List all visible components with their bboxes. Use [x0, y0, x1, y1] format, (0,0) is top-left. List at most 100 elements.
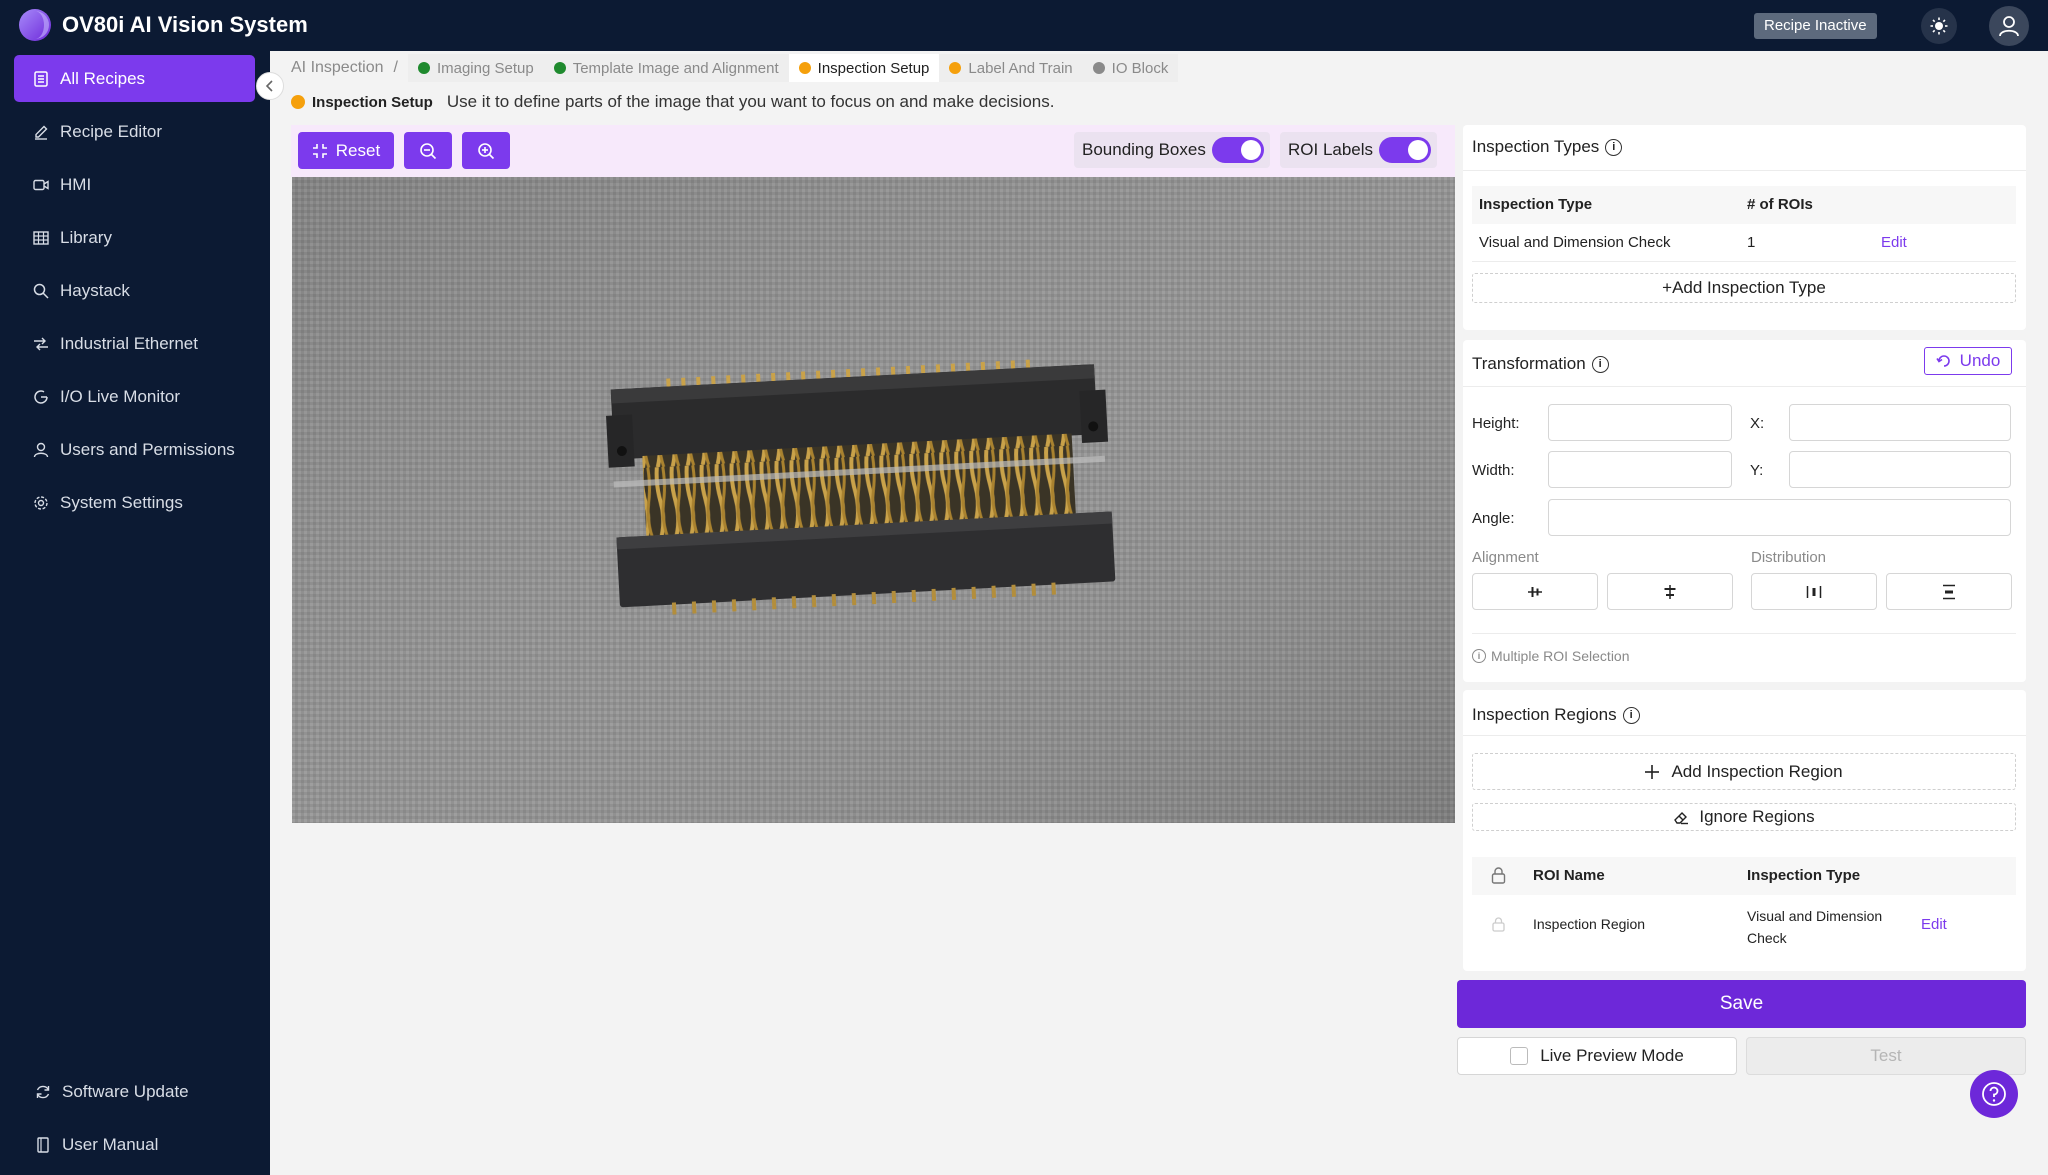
chevron-left-icon	[265, 80, 273, 92]
angle-input[interactable]	[1548, 499, 2011, 536]
user-icon	[32, 441, 50, 459]
x-input[interactable]	[1789, 404, 2011, 441]
width-input[interactable]	[1548, 451, 1732, 488]
breadcrumb-root[interactable]: AI Inspection	[291, 59, 384, 77]
distribute-horizontal-button[interactable]	[1751, 573, 1877, 610]
zoom-in-button[interactable]	[462, 132, 510, 169]
theme-toggle-button[interactable]	[1921, 8, 1957, 44]
step-tab-io-block[interactable]: IO Block	[1083, 54, 1179, 82]
fit-screen-icon	[312, 143, 327, 158]
roi-labels-switch[interactable]	[1379, 137, 1432, 163]
add-inspection-type-button[interactable]: +Add Inspection Type	[1472, 273, 2016, 303]
sidebar-item-system-settings[interactable]: System Settings	[14, 479, 255, 526]
user-icon	[1999, 16, 2019, 37]
network-icon	[32, 335, 50, 353]
sidebar-item-label: Haystack	[60, 280, 130, 300]
align-horizontal-center-button[interactable]	[1472, 573, 1598, 610]
info-icon: i	[1472, 649, 1486, 663]
edit-roi-link[interactable]: Edit	[1921, 916, 1947, 933]
unlocked-icon[interactable]	[1492, 917, 1505, 932]
inspection-type-name: Visual and Dimension Check	[1479, 234, 1671, 251]
info-icon[interactable]: i	[1622, 706, 1640, 724]
width-label: Width:	[1472, 462, 1515, 479]
inspection-types-table-header: Inspection Type # of ROIs	[1472, 186, 2016, 224]
step-tab-inspection-setup[interactable]: Inspection Setup	[788, 54, 940, 82]
align-horizontal-center-icon	[1528, 586, 1542, 597]
status-dot	[553, 62, 566, 74]
live-preview-mode-toggle[interactable]: Live Preview Mode	[1457, 1037, 1737, 1075]
distribute-vertical-icon	[1943, 584, 1955, 599]
info-icon[interactable]: i	[1591, 355, 1609, 373]
sidebar-item-software-update[interactable]: Software Update	[14, 1068, 255, 1115]
test-button[interactable]: Test	[1746, 1037, 2026, 1075]
roi-labels-toggle-group: ROI Labels	[1280, 132, 1438, 168]
bounding-boxes-switch[interactable]	[1211, 137, 1264, 163]
info-icon[interactable]: i	[1605, 138, 1623, 156]
add-inspection-region-label: Add Inspection Region	[1671, 761, 1843, 781]
inspection-image[interactable]	[292, 177, 1455, 823]
zoom-out-button[interactable]	[404, 132, 452, 169]
sidebar-item-user-manual[interactable]: User Manual	[14, 1121, 255, 1168]
column-header-inspection-type: Inspection Type	[1479, 196, 1593, 213]
live-preview-checkbox[interactable]	[1510, 1047, 1529, 1065]
x-label: X:	[1750, 415, 1765, 432]
bounding-boxes-toggle-group: Bounding Boxes	[1074, 132, 1270, 168]
distribute-vertical-button[interactable]	[1886, 573, 2012, 610]
column-header-roi-name: ROI Name	[1533, 867, 1605, 884]
gear-icon	[32, 494, 50, 512]
step-description: Inspection Setup Use it to define parts …	[291, 92, 1054, 112]
height-input[interactable]	[1548, 404, 1732, 441]
status-dot	[1092, 62, 1105, 74]
y-input[interactable]	[1789, 451, 2011, 488]
user-avatar[interactable]	[1989, 6, 2029, 46]
edit-inspection-type-link[interactable]: Edit	[1881, 234, 1907, 251]
sidebar-item-recipe-editor[interactable]: Recipe Editor	[14, 108, 255, 155]
divider	[1463, 735, 2026, 736]
roi-count: 1	[1747, 234, 1756, 251]
book-icon	[34, 1136, 52, 1154]
step-tab-imaging-setup[interactable]: Imaging Setup	[408, 54, 544, 82]
ignore-regions-button[interactable]: Ignore Regions	[1472, 803, 2016, 831]
roi-inspection-type: Visual and Dimension Check	[1747, 905, 1882, 949]
add-inspection-type-label: +Add Inspection Type	[1662, 278, 1826, 297]
edit-icon	[32, 123, 50, 141]
multiple-roi-selection-label: Multiple ROI Selection	[1491, 648, 1630, 664]
status-dot	[798, 62, 811, 74]
reset-button[interactable]: Reset	[298, 132, 394, 169]
undo-label: Undo	[1959, 351, 2001, 370]
height-label: Height:	[1472, 415, 1520, 432]
step-tab-label-and-train[interactable]: Label And Train	[939, 54, 1082, 82]
sidebar-item-label: User Manual	[62, 1134, 159, 1154]
step-tab-template-image[interactable]: Template Image and Alignment	[544, 54, 789, 82]
undo-icon	[1936, 355, 1950, 367]
step-tab-label: IO Block	[1111, 59, 1169, 77]
divider	[1463, 386, 2026, 387]
distribution-label: Distribution	[1751, 549, 1827, 566]
search-icon	[32, 282, 50, 300]
inspection-regions-panel: Inspection Regions i Add Inspection Regi…	[1463, 690, 2026, 971]
sidebar-item-hmi[interactable]: HMI	[14, 161, 255, 208]
help-button[interactable]	[1970, 1070, 2018, 1118]
sidebar-collapse-button[interactable]	[256, 72, 284, 100]
zoom-in-icon	[478, 142, 495, 159]
sidebar-item-library[interactable]: Library	[14, 214, 255, 261]
status-dot	[291, 95, 305, 109]
step-tab-label: Label And Train	[968, 59, 1073, 77]
sidebar: All Recipes Recipe Editor HMI Library Ha…	[0, 51, 270, 1175]
table-row: Visual and Dimension Check 1 Edit	[1472, 224, 2016, 262]
step-tabs: Imaging Setup Template Image and Alignme…	[407, 54, 1179, 82]
sidebar-item-haystack[interactable]: Haystack	[14, 267, 255, 314]
lock-icon[interactable]	[1491, 867, 1506, 884]
inspection-regions-table-header: ROI Name Inspection Type	[1472, 857, 2016, 895]
align-vertical-center-button[interactable]	[1607, 573, 1733, 610]
undo-button[interactable]: Undo	[1924, 347, 2012, 375]
roi-labels-label: ROI Labels	[1288, 140, 1374, 159]
sidebar-item-label: Software Update	[62, 1081, 189, 1101]
save-button[interactable]: Save	[1457, 980, 2026, 1028]
sidebar-item-label: Industrial Ethernet	[60, 333, 198, 353]
sidebar-item-io-live-monitor[interactable]: I/O Live Monitor	[14, 373, 255, 420]
sidebar-item-all-recipes[interactable]: All Recipes	[14, 55, 255, 102]
sidebar-item-users-and-permissions[interactable]: Users and Permissions	[14, 426, 255, 473]
sidebar-item-industrial-ethernet[interactable]: Industrial Ethernet	[14, 320, 255, 367]
add-inspection-region-button[interactable]: Add Inspection Region	[1472, 753, 2016, 790]
